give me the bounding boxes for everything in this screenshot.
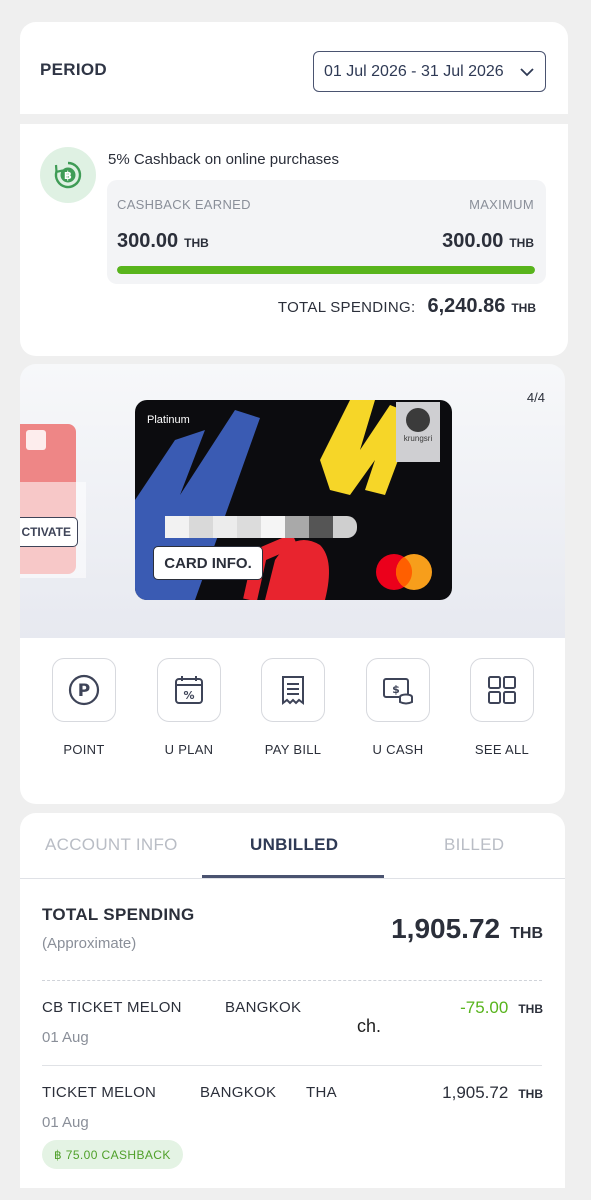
total-spending-currency: THB <box>511 301 536 315</box>
action-u-cash[interactable]: $ U CASH <box>366 658 430 757</box>
mastercard-logo <box>376 554 432 590</box>
previous-card[interactable] <box>20 424 86 578</box>
action-label: POINT <box>63 742 105 757</box>
cashback-title: 5% Cashback on online purchases <box>108 151 339 168</box>
summary-sub: (Approximate) <box>42 935 137 952</box>
cashback-progress-box: CASHBACK EARNED MAXIMUM 300.00 THB 300.00… <box>107 180 546 284</box>
row-divider <box>42 1065 542 1066</box>
credit-card[interactable]: Platinum krungsri CARD INFO. <box>135 400 452 600</box>
period-card: PERIOD 01 Jul 2026 - 31 Jul 2026 <box>20 22 568 114</box>
point-icon: P <box>68 674 100 706</box>
cashback-progress-fill <box>117 266 535 274</box>
carousel-counter: 4/4 <box>526 390 545 405</box>
txn-date: 01 Aug <box>42 1114 89 1131</box>
action-pay-bill[interactable]: PAY BILL <box>261 658 325 757</box>
action-label: SEE ALL <box>474 742 530 757</box>
action-point[interactable]: P POINT <box>52 658 116 757</box>
chevron-down-icon <box>520 68 534 77</box>
summary-label: TOTAL SPENDING <box>42 905 195 924</box>
cashback-earned-label: CASHBACK EARNED <box>117 197 251 212</box>
txn-city: BANGKOK <box>200 1084 277 1101</box>
tab-billed[interactable]: BILLED <box>444 835 504 855</box>
total-spending-row: TOTAL SPENDING: 6,240.86 THB <box>278 295 536 318</box>
transactions-card: ACCOUNT INFO UNBILLED BILLED TOTAL SPEND… <box>20 813 565 1188</box>
grid-icon <box>488 676 516 704</box>
cashback-card: ฿ 5% Cashback on online purchases CASHBA… <box>20 124 568 356</box>
bank-logo: krungsri <box>396 402 440 462</box>
txn-country: THA <box>306 1084 337 1101</box>
card-tier: Platinum <box>147 414 190 426</box>
see-all-button[interactable] <box>470 658 534 722</box>
svg-text:%: % <box>183 689 194 702</box>
point-button[interactable]: P <box>52 658 116 722</box>
pay-bill-button[interactable] <box>261 658 325 722</box>
summary-value: 1,905.72 THB <box>391 913 543 944</box>
period-range: 01 Jul 2026 - 31 Jul 2026 <box>324 62 504 80</box>
stray-text: ch. <box>357 1016 382 1036</box>
cashback-earned-value: 300.00 THB <box>117 230 209 252</box>
tab-account-info[interactable]: ACCOUNT INFO <box>45 835 178 855</box>
action-uplan[interactable]: % U PLAN <box>157 658 221 757</box>
divider <box>42 980 542 981</box>
cashback-progress-bar <box>117 266 535 274</box>
period-dropdown[interactable]: 01 Jul 2026 - 31 Jul 2026 <box>313 51 546 92</box>
svg-text:P: P <box>78 681 90 701</box>
txn-amount: -75.00 THB <box>460 998 543 1017</box>
txn-city: BANGKOK <box>225 999 302 1016</box>
action-see-all[interactable]: SEE ALL <box>470 658 534 757</box>
card-carousel[interactable]: 4/4 CTIVATE Platinum krungsri CARD INFO. <box>20 364 565 638</box>
bank-name: krungsri <box>403 434 433 443</box>
masked-card-number <box>165 516 357 538</box>
cashback-max-value: 300.00 THB <box>442 230 534 252</box>
txn-date: 01 Aug <box>42 1029 89 1046</box>
baht-refresh-icon: ฿ <box>40 147 96 203</box>
svg-text:$: $ <box>392 683 400 696</box>
statement-tabs: ACCOUNT INFO UNBILLED BILLED <box>20 813 565 879</box>
receipt-icon <box>282 676 304 705</box>
txn-merchant: TICKET MELON <box>42 1084 157 1101</box>
action-label: U PLAN <box>164 742 214 757</box>
cash-icon: $ <box>383 678 413 705</box>
bank-logo-small <box>26 430 46 450</box>
period-label: PERIOD <box>40 60 107 79</box>
action-label: U CASH <box>372 742 424 757</box>
tab-unbilled[interactable]: UNBILLED <box>250 835 338 855</box>
card-info-button[interactable]: CARD INFO. <box>153 546 263 580</box>
quick-actions: P POINT % U PLAN PAY BILL $ U CASH SEE A… <box>20 638 565 804</box>
svg-text:฿: ฿ <box>64 169 72 182</box>
uplan-button[interactable]: % <box>157 658 221 722</box>
total-spending-value: 6,240.86 <box>427 295 506 317</box>
txn-amount: 1,905.72 THB <box>442 1083 543 1102</box>
cashback-chip: ฿ 75.00 CASHBACK <box>42 1140 183 1169</box>
txn-merchant: CB TICKET MELON <box>42 999 182 1016</box>
action-label: PAY BILL <box>264 742 322 757</box>
bank-logo-mark <box>406 408 430 432</box>
u-cash-button[interactable]: $ <box>366 658 430 722</box>
active-tab-indicator <box>202 875 384 878</box>
calendar-percent-icon: % <box>175 676 203 704</box>
cashback-max-label: MAXIMUM <box>469 197 534 212</box>
activate-button[interactable]: CTIVATE <box>20 517 78 547</box>
total-spending-label: TOTAL SPENDING: <box>277 299 416 316</box>
